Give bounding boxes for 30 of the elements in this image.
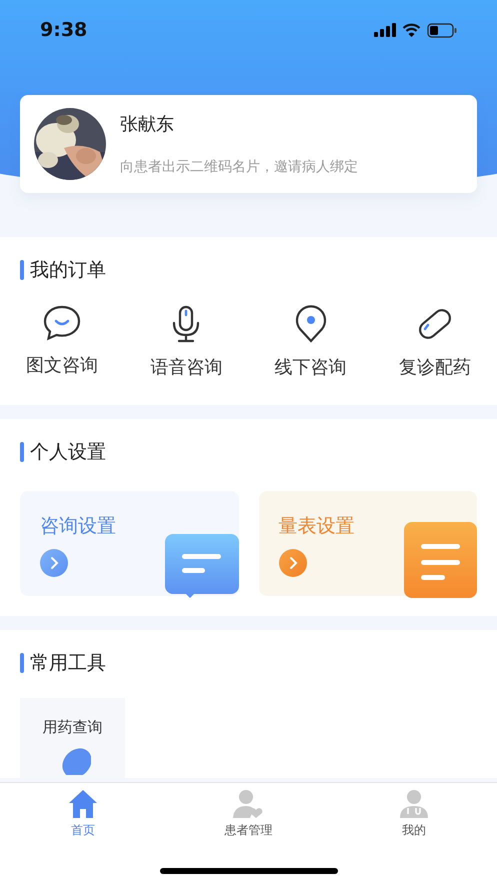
order-shortcut[interactable]: 复诊配药 bbox=[372, 305, 497, 379]
tab-bar-item[interactable]: 首页 bbox=[0, 789, 166, 839]
tab-bar-item[interactable]: 患者管理 bbox=[166, 789, 332, 839]
section-title: 我的订单 bbox=[30, 258, 106, 283]
status-time: 9:38 bbox=[40, 19, 88, 41]
arrow-circle-icon bbox=[40, 549, 68, 577]
profile-hint: 向患者出示二维码名片，邀请病人绑定 bbox=[120, 158, 358, 176]
signal-icon bbox=[374, 23, 396, 37]
arrow-circle-icon bbox=[278, 549, 306, 577]
order-shortcut[interactable]: 图文咨询 bbox=[0, 305, 124, 379]
microphone-icon bbox=[171, 305, 202, 343]
settings-card-title: 咨询设置 bbox=[40, 514, 116, 539]
order-shortcut[interactable]: 线下咨询 bbox=[248, 305, 373, 379]
person-heart-icon bbox=[233, 789, 264, 819]
tool-card[interactable]: 用药查询 bbox=[20, 698, 125, 778]
home-icon bbox=[68, 789, 98, 819]
wifi-icon bbox=[402, 23, 421, 37]
message-icon bbox=[164, 534, 238, 598]
tab-bar-item[interactable]: 我的 bbox=[331, 789, 497, 839]
profile-card[interactable]: 张献东 向患者出示二维码名片，邀请病人绑定 bbox=[20, 95, 477, 193]
document-icon bbox=[404, 522, 477, 598]
section-title: 常用工具 bbox=[30, 651, 106, 676]
location-pin-icon bbox=[294, 305, 327, 343]
chat-bubble-icon bbox=[43, 305, 82, 341]
battery-icon bbox=[427, 22, 457, 38]
doctor-icon bbox=[399, 789, 430, 819]
section-title: 个人设置 bbox=[30, 440, 106, 465]
doctor-name: 张献东 bbox=[120, 113, 175, 136]
order-shortcut[interactable]: 语音咨询 bbox=[124, 305, 248, 379]
settings-card-title: 量表设置 bbox=[278, 514, 354, 539]
